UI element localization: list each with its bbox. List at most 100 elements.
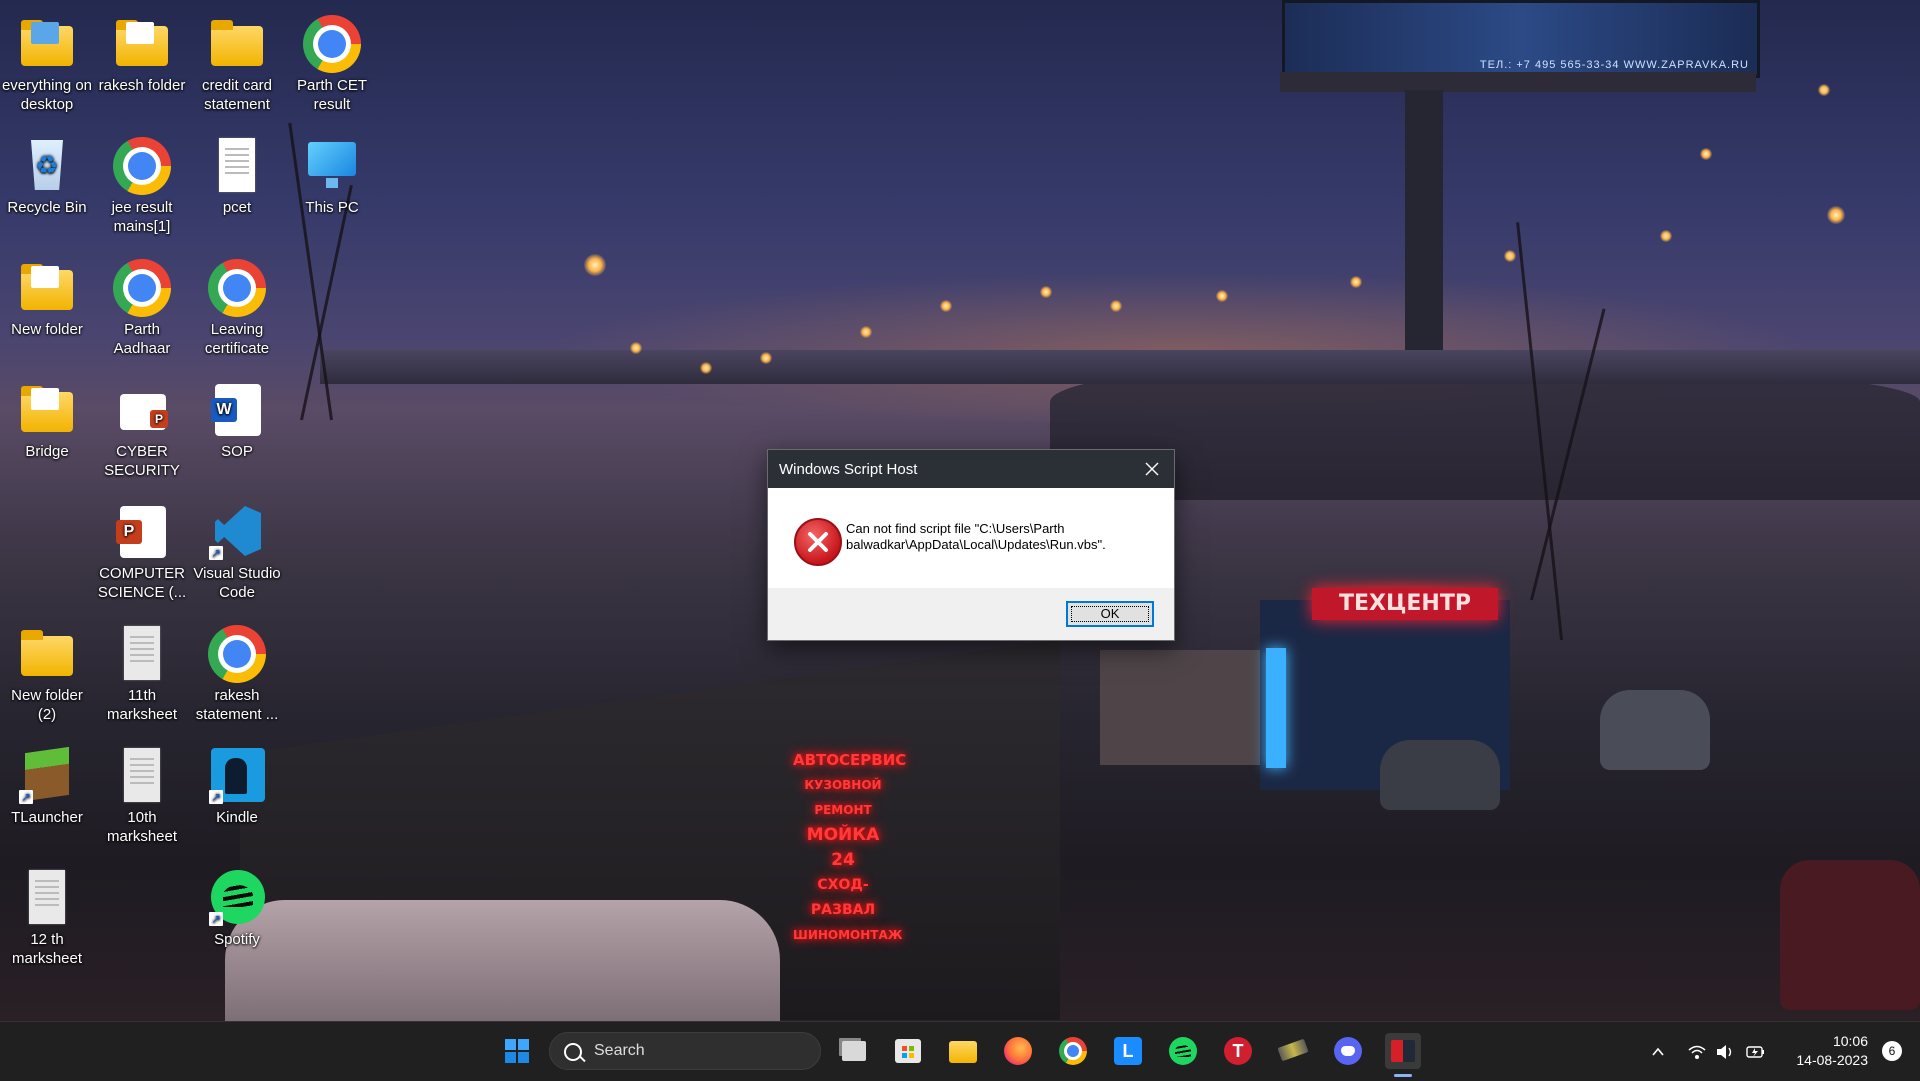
l-app-icon: L [1114, 1037, 1142, 1065]
desktop-icon-12th-marksheet[interactable]: 12 th marksheet [0, 864, 94, 968]
icon-label: 12 th marksheet [11, 931, 83, 967]
icon-label: Parth CET result [296, 77, 368, 113]
street-lamp [584, 254, 606, 276]
neon-line: ШИНОМОНТАЖ [793, 928, 903, 942]
active-app-indicator [1394, 1074, 1412, 1077]
desktop-icon-pcet[interactable]: pcet [190, 132, 284, 217]
battery-button[interactable] [1744, 1022, 1768, 1081]
desktop-icon-parth-aadhaar[interactable]: Parth Aadhaar [95, 254, 189, 358]
desktop-icon-jee-result[interactable]: jee result mains[1] [95, 132, 189, 236]
icon-label: 10th marksheet [106, 809, 178, 845]
desktop-icon-this-pc[interactable]: This PC [285, 132, 379, 217]
l-app-button[interactable]: L [1110, 1033, 1146, 1069]
desktop-icon-computer-science[interactable]: P COMPUTER SCIENCE (... [95, 498, 189, 602]
notification-badge[interactable]: 6 [1882, 1041, 1902, 1061]
street-lamp [760, 352, 772, 364]
desktop-icon-11th-marksheet[interactable]: 11th marksheet [95, 620, 189, 724]
folder-icon [21, 386, 73, 432]
icon-label: Spotify [214, 931, 260, 948]
shop-sign: ТЕХЦЕНТР [1312, 588, 1498, 620]
chrome-icon [303, 15, 361, 73]
neon-blue-strip [1266, 648, 1286, 768]
ok-button[interactable]: OK [1066, 601, 1154, 627]
street-lamp [860, 326, 872, 338]
search-icon [564, 1043, 582, 1061]
desktop-icon-new-folder[interactable]: New folder [0, 254, 94, 339]
desktop-icon-parth-cet-result[interactable]: Parth CET result [285, 10, 379, 114]
spotify-icon [1169, 1037, 1197, 1065]
icon-label: jee result mains[1] [111, 199, 173, 235]
discord-button[interactable] [1330, 1033, 1366, 1069]
document-icon [29, 870, 65, 924]
desktop-icon-rakesh-statement[interactable]: rakesh statement ... [190, 620, 284, 724]
wifi-button[interactable] [1686, 1022, 1708, 1081]
game-app-icon [1277, 1038, 1309, 1062]
icon-label: rakesh statement ... [195, 687, 279, 723]
neon-sign: АВТОСЕРВИС КУЗОВНОЙ РЕМОНТ МОЙКА 24 СХОД… [793, 748, 906, 942]
desktop-icon-bridge[interactable]: Bridge [0, 376, 94, 461]
shortcut-arrow-icon: ↗ [209, 790, 223, 804]
shortcut-arrow-icon: ↗ [209, 546, 223, 560]
truck [225, 900, 780, 1021]
desktop-icon-leaving-certificate[interactable]: Leaving certificate [190, 254, 284, 358]
firefox-button[interactable] [1000, 1033, 1036, 1069]
windows-logo-icon [505, 1039, 529, 1063]
clock-time: 10:06 [1832, 1033, 1868, 1049]
street-lamp [700, 362, 712, 374]
microsoft-store-button[interactable] [890, 1033, 926, 1069]
taskbar: Search L T 10:06 14-08-2023 6 [0, 1021, 1920, 1081]
spotify-button[interactable] [1165, 1033, 1201, 1069]
desktop-icon-cyber-security[interactable]: P CYBER SECURITY [95, 376, 189, 480]
chrome-icon [113, 137, 171, 195]
game-app-button[interactable] [1275, 1033, 1311, 1069]
active-app-button[interactable] [1385, 1033, 1421, 1069]
neon-line: МОЙКА 24 [806, 825, 880, 870]
start-button[interactable] [499, 1033, 535, 1069]
file-explorer-button[interactable] [945, 1033, 981, 1069]
desktop-icon-10th-marksheet[interactable]: 10th marksheet [95, 742, 189, 846]
desktop-icon-tlauncher[interactable]: ↗ TLauncher [0, 742, 94, 827]
chrome-icon [208, 259, 266, 317]
t-app-icon: T [1224, 1037, 1252, 1065]
desktop-icon-sop[interactable]: W SOP [190, 376, 284, 461]
folder-icon [21, 264, 73, 310]
document-icon [219, 138, 255, 192]
icon-label: rakesh folder [98, 77, 186, 94]
street-lamp [1827, 206, 1845, 224]
desktop-icon-kindle[interactable]: ↗ Kindle [190, 742, 284, 827]
volume-button[interactable] [1714, 1022, 1736, 1081]
icon-label: New folder [11, 321, 83, 338]
close-button[interactable] [1130, 450, 1174, 488]
clock-date: 14-08-2023 [1796, 1052, 1868, 1068]
desktop-icon-recycle-bin[interactable]: ♻ Recycle Bin [0, 132, 94, 217]
show-hidden-icons-button[interactable] [1648, 1022, 1668, 1081]
t-app-button[interactable]: T [1220, 1033, 1256, 1069]
icon-label: 11th marksheet [106, 687, 178, 723]
close-icon [1145, 462, 1159, 476]
bridge [320, 350, 1920, 384]
firefox-icon [1004, 1037, 1032, 1065]
desktop-icon-everything-on-desktop[interactable]: everything on desktop [0, 10, 94, 114]
powerpoint-icon: P [120, 394, 168, 430]
desktop-icon-credit-card-statement[interactable]: credit card statement [190, 10, 284, 114]
icon-label: CYBER SECURITY [104, 443, 180, 479]
clock[interactable]: 10:06 14-08-2023 [1796, 1032, 1868, 1070]
folder-icon [21, 20, 73, 66]
desktop-icon-rakesh-folder[interactable]: rakesh folder [95, 10, 189, 95]
desktop-icon-visual-studio-code[interactable]: ↗ Visual Studio Code [190, 498, 284, 602]
desktop-icon-spotify[interactable]: ↗ Spotify [190, 864, 284, 949]
chrome-button[interactable] [1055, 1033, 1091, 1069]
icon-label: This PC [305, 199, 359, 216]
discord-icon [1334, 1037, 1362, 1065]
search-box[interactable]: Search [549, 1032, 821, 1070]
street-lamp [1660, 230, 1672, 242]
task-view-button[interactable] [836, 1033, 872, 1069]
shortcut-arrow-icon: ↗ [209, 912, 223, 926]
desktop-icon-new-folder-2[interactable]: New folder (2) [0, 620, 94, 724]
icon-label: Kindle [216, 809, 258, 826]
dialog-titlebar[interactable]: Windows Script Host [768, 450, 1174, 488]
neon-line: КУЗОВНОЙ РЕМОНТ [804, 778, 882, 817]
icon-label: Visual Studio Code [193, 565, 281, 601]
icon-label: pcet [222, 199, 252, 216]
street-lamp [1818, 84, 1830, 96]
